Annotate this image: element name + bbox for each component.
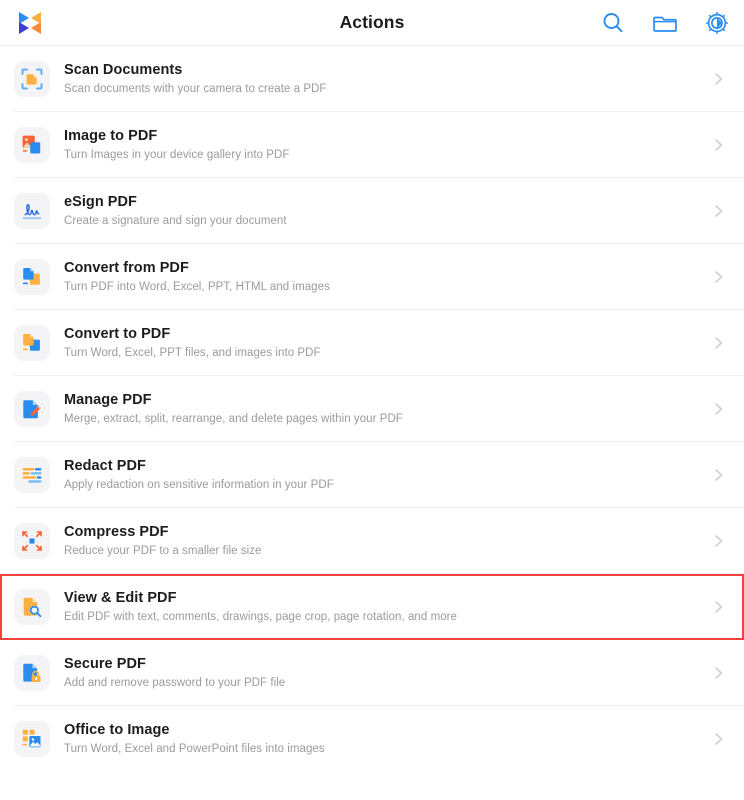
view-edit-pdf-icon: [14, 589, 50, 625]
list-item-manage-pdf[interactable]: Manage PDF Merge, extract, split, rearra…: [0, 376, 744, 442]
chevron-right-icon[interactable]: [712, 68, 726, 90]
list-item-convert-from-pdf[interactable]: Convert from PDF Turn PDF into Word, Exc…: [0, 244, 744, 310]
list-item-redact-pdf[interactable]: Redact PDF Apply redaction on sensitive …: [0, 442, 744, 508]
actions-list: Scan Documents Scan documents with your …: [0, 46, 744, 772]
office-to-image-icon: [14, 721, 50, 757]
list-item-subtitle: Turn Word, Excel, PPT files, and images …: [64, 347, 321, 359]
list-item-title: Redact PDF: [64, 458, 146, 474]
actions-screen: Actions Scan Documents Scan documents wi…: [0, 0, 744, 800]
convert-to-pdf-icon: [14, 325, 50, 361]
image-to-pdf-icon: [14, 127, 50, 163]
list-item-title: Convert from PDF: [64, 260, 189, 276]
secure-pdf-icon: [14, 655, 50, 691]
chevron-right-icon[interactable]: [712, 530, 726, 552]
compress-pdf-icon: [14, 523, 50, 559]
list-item-scan-documents[interactable]: Scan Documents Scan documents with your …: [0, 46, 744, 112]
list-item-office-to-image[interactable]: Office to Image Turn Word, Excel and Pow…: [0, 706, 744, 772]
selection-border-left: [0, 574, 2, 640]
chevron-right-icon[interactable]: [712, 266, 726, 288]
chevron-right-icon[interactable]: [712, 134, 726, 156]
list-item-text: Convert to PDF Turn Word, Excel, PPT fil…: [64, 325, 702, 361]
list-item-text: Convert from PDF Turn PDF into Word, Exc…: [64, 259, 702, 295]
chevron-right-icon[interactable]: [712, 200, 726, 222]
settings-gear-icon[interactable]: [704, 10, 730, 36]
list-item-subtitle: Scan documents with your camera to creat…: [64, 83, 327, 95]
list-item-title: Scan Documents: [64, 62, 183, 78]
list-item-title: eSign PDF: [64, 194, 137, 210]
list-item-text: Secure PDF Add and remove password to yo…: [64, 655, 702, 691]
list-item-title: Compress PDF: [64, 524, 169, 540]
list-item-text: Scan Documents Scan documents with your …: [64, 61, 702, 97]
list-item-view-edit-pdf[interactable]: View & Edit PDF Edit PDF with text, comm…: [0, 574, 744, 640]
list-item-title: Convert to PDF: [64, 326, 171, 342]
list-item-compress-pdf[interactable]: Compress PDF Reduce your PDF to a smalle…: [0, 508, 744, 574]
list-item-subtitle: Turn Images in your device gallery into …: [64, 149, 290, 161]
list-item-text: Redact PDF Apply redaction on sensitive …: [64, 457, 702, 493]
list-item-text: Manage PDF Merge, extract, split, rearra…: [64, 391, 702, 427]
manage-pdf-icon: [14, 391, 50, 427]
list-item-secure-pdf[interactable]: Secure PDF Add and remove password to yo…: [0, 640, 744, 706]
search-icon[interactable]: [600, 10, 626, 36]
list-item-title: Secure PDF: [64, 656, 146, 672]
list-item-text: Image to PDF Turn Images in your device …: [64, 127, 702, 163]
list-item-image-to-pdf[interactable]: Image to PDF Turn Images in your device …: [0, 112, 744, 178]
list-item-title: Image to PDF: [64, 128, 158, 144]
header-actions: [600, 0, 730, 46]
list-item-text: Office to Image Turn Word, Excel and Pow…: [64, 721, 702, 757]
convert-from-pdf-icon: [14, 259, 50, 295]
folder-icon[interactable]: [652, 10, 678, 36]
esign-pdf-icon: [14, 193, 50, 229]
list-item-subtitle: Create a signature and sign your documen…: [64, 215, 287, 227]
chevron-right-icon[interactable]: [712, 728, 726, 750]
list-item-subtitle: Edit PDF with text, comments, drawings, …: [64, 611, 457, 623]
chevron-right-icon[interactable]: [712, 596, 726, 618]
list-item-convert-to-pdf[interactable]: Convert to PDF Turn Word, Excel, PPT fil…: [0, 310, 744, 376]
scan-documents-icon: [14, 61, 50, 97]
list-item-text: View & Edit PDF Edit PDF with text, comm…: [64, 589, 702, 625]
list-item-text: eSign PDF Create a signature and sign yo…: [64, 193, 702, 229]
chevron-right-icon[interactable]: [712, 464, 726, 486]
redact-pdf-icon: [14, 457, 50, 493]
list-item-title: View & Edit PDF: [64, 590, 177, 606]
list-item-esign-pdf[interactable]: eSign PDF Create a signature and sign yo…: [0, 178, 744, 244]
list-item-subtitle: Turn PDF into Word, Excel, PPT, HTML and…: [64, 281, 330, 293]
list-item-title: Manage PDF: [64, 392, 152, 408]
chevron-right-icon[interactable]: [712, 398, 726, 420]
list-item-subtitle: Turn Word, Excel and PowerPoint files in…: [64, 743, 325, 755]
list-item-subtitle: Reduce your PDF to a smaller file size: [64, 545, 262, 557]
app-header: Actions: [0, 0, 744, 46]
list-item-text: Compress PDF Reduce your PDF to a smalle…: [64, 523, 702, 559]
list-item-subtitle: Merge, extract, split, rearrange, and de…: [64, 413, 403, 425]
chevron-right-icon[interactable]: [712, 332, 726, 354]
list-item-subtitle: Add and remove password to your PDF file: [64, 677, 286, 689]
list-item-subtitle: Apply redaction on sensitive information…: [64, 479, 334, 491]
list-item-title: Office to Image: [64, 722, 170, 738]
chevron-right-icon[interactable]: [712, 662, 726, 684]
